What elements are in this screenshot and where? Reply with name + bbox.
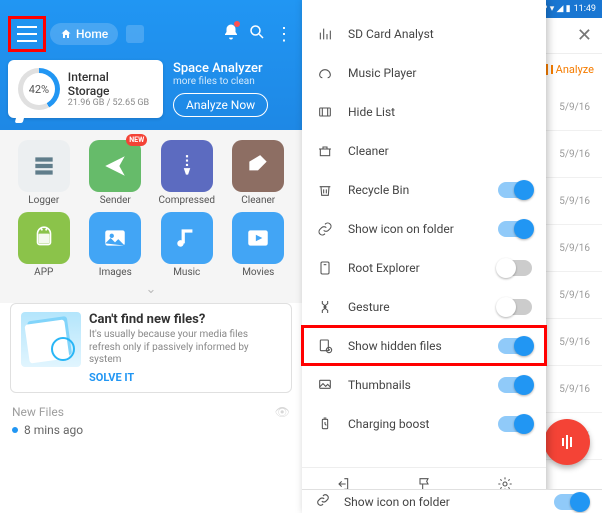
- promo-illustration: [21, 312, 81, 367]
- toggle[interactable]: [498, 377, 532, 393]
- left-screenshot: Home ⋮ 42% Internal Storage: [0, 0, 302, 513]
- drawer-item-label: Show icon on folder: [348, 222, 454, 236]
- drawer-item-icon: [316, 65, 334, 81]
- hamburger-icon[interactable]: [17, 26, 37, 42]
- grid-images[interactable]: Images: [82, 212, 150, 278]
- grid-movies[interactable]: Movies: [225, 212, 293, 278]
- drawer-item-root-explorer[interactable]: Root Explorer: [302, 248, 546, 287]
- drawer-item-icon: [316, 338, 334, 354]
- grid-music[interactable]: Music: [153, 212, 221, 278]
- drawer-item-label: Gesture: [348, 300, 390, 314]
- movies-icon: [232, 212, 284, 264]
- music-icon: [161, 212, 213, 264]
- drawer-item-icon: [316, 143, 334, 159]
- drawer-item-music-player[interactable]: Music Player: [302, 53, 546, 92]
- toggle[interactable]: [498, 260, 532, 276]
- drawer-item-icon: [316, 26, 334, 42]
- storage-ring-icon: 42%: [18, 68, 60, 110]
- drawer-item-show-hidden-files[interactable]: Show hidden files: [302, 326, 546, 365]
- drawer-item-label: Recycle Bin: [348, 183, 409, 197]
- link-icon: [316, 493, 330, 510]
- drawer-item-icon: [316, 416, 334, 432]
- category-grid: Logger NEW Sender Compressed Cleaner APP…: [0, 130, 302, 280]
- drawer-item-icon: [316, 221, 334, 237]
- toggle[interactable]: [498, 338, 532, 354]
- grid-cleaner[interactable]: Cleaner: [225, 140, 293, 206]
- drawer-item-label: Show hidden files: [348, 339, 442, 353]
- grid-app[interactable]: APP: [10, 212, 78, 278]
- storage-subtitle: 21.96 GB / 52.65 GB: [68, 98, 153, 108]
- right-screenshot: ✱ ❤ ▾ ◢ ▮11:49 ✕ Analyze 5/9/165/9/165/9…: [302, 0, 602, 513]
- drawer-item-label: Cleaner: [348, 144, 389, 158]
- drawer-item-icon: [316, 260, 334, 276]
- settings-drawer: SD Card Analyst Music Player Hide List Clea…: [302, 0, 546, 513]
- drawer-item-thumbnails[interactable]: Thumbnails: [302, 365, 546, 404]
- promo-title: Can't find new files?: [89, 312, 281, 327]
- zip-icon: [161, 140, 213, 192]
- grid-compressed[interactable]: Compressed: [153, 140, 221, 206]
- android-icon: [18, 212, 70, 264]
- drawer-item-label: Music Player: [348, 66, 416, 80]
- drawer-item-label: Root Explorer: [348, 261, 420, 275]
- promo-card[interactable]: Can't find new files? It's usually becau…: [10, 303, 292, 393]
- new-files-item[interactable]: 8 mins ago: [0, 421, 302, 437]
- close-icon[interactable]: ✕: [577, 25, 592, 46]
- toggle[interactable]: [498, 182, 532, 198]
- fab-analyzer[interactable]: [544, 419, 590, 465]
- drawer-item-recycle-bin[interactable]: Recycle Bin: [302, 170, 546, 209]
- drawer-item-icon: [316, 377, 334, 393]
- toggle[interactable]: [554, 494, 588, 510]
- drawer-item-icon: [316, 182, 334, 198]
- storage-title: Internal Storage: [68, 70, 153, 98]
- bullet-icon: [12, 427, 18, 433]
- sender-icon: NEW: [89, 140, 141, 192]
- drawer-item-gesture[interactable]: Gesture: [302, 287, 546, 326]
- drawer-item-cleaner[interactable]: Cleaner: [302, 131, 546, 170]
- images-icon: [89, 212, 141, 264]
- toggle[interactable]: [498, 299, 532, 315]
- search-icon[interactable]: [246, 23, 268, 46]
- broom-icon: [232, 140, 284, 192]
- chevron-down-icon[interactable]: ⌄: [0, 280, 302, 303]
- home-label: Home: [76, 27, 108, 41]
- hamburger-highlight: [8, 16, 46, 52]
- drawer-item-label: SD Card Analyst: [348, 27, 434, 41]
- toggle[interactable]: [498, 416, 532, 432]
- drawer-item-sd-card-analyst[interactable]: SD Card Analyst: [302, 14, 546, 53]
- drawer-item-icon: [316, 104, 334, 120]
- analyze-button[interactable]: Analyze Now: [173, 93, 268, 117]
- drawer-item-charging-boost[interactable]: Charging boost: [302, 404, 546, 443]
- drawer-item-label: Charging boost: [348, 417, 429, 431]
- extra-row[interactable]: Show icon on folder: [302, 489, 602, 513]
- drawer-item-label: Hide List: [348, 105, 395, 119]
- analyzer-title: Space Analyzer: [173, 61, 268, 76]
- analyzer-subtitle: more files to clean: [173, 76, 268, 87]
- window-icon[interactable]: [126, 25, 144, 43]
- bell-icon[interactable]: [220, 23, 242, 46]
- analyze-chip[interactable]: Analyze: [541, 63, 594, 76]
- toggle[interactable]: [498, 221, 532, 237]
- grid-sender[interactable]: NEW Sender: [82, 140, 150, 206]
- eye-icon[interactable]: 👁: [275, 405, 290, 419]
- drawer-item-hide-list[interactable]: Hide List: [302, 92, 546, 131]
- drawer-item-icon: [316, 299, 334, 315]
- home-pill[interactable]: Home: [50, 23, 118, 45]
- drawer-item-label: Thumbnails: [348, 378, 411, 392]
- logger-icon: [18, 140, 70, 192]
- new-files-header: New Files 👁: [0, 401, 302, 421]
- grid-logger[interactable]: Logger: [10, 140, 78, 206]
- promo-cta[interactable]: SOLVE IT: [89, 371, 281, 384]
- storage-card[interactable]: 42% Internal Storage 21.96 GB / 52.65 GB: [8, 60, 163, 118]
- drawer-item-show-icon-on-folder[interactable]: Show icon on folder: [302, 209, 546, 248]
- overflow-icon[interactable]: ⋮: [272, 24, 294, 45]
- promo-body: It's usually because your media files re…: [89, 329, 281, 367]
